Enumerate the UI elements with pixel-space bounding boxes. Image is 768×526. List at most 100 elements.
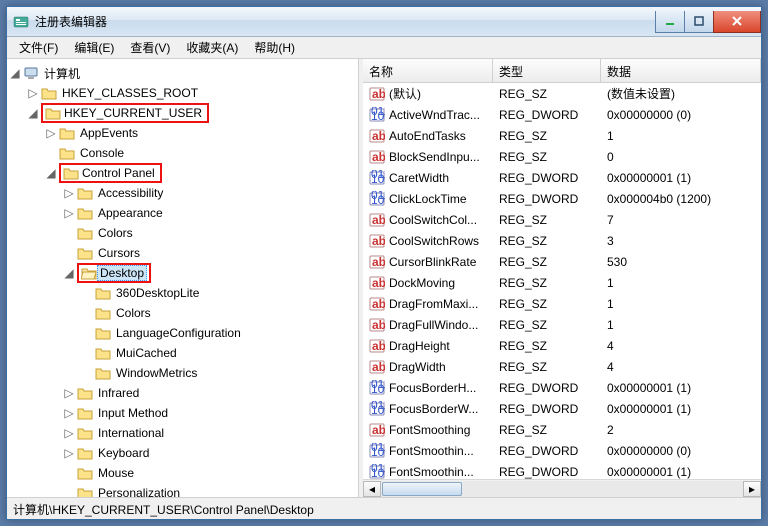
close-button[interactable] [713, 11, 761, 33]
expander-icon[interactable]: ▷ [63, 187, 75, 199]
string-value-icon: ab [369, 422, 385, 438]
titlebar[interactable]: 注册表编辑器 [7, 7, 761, 37]
body-area: ◢ 计算机 ▷HKEY_CLASSES_ROOT ◢HKEY_CURRENT_U… [7, 59, 761, 497]
tree-360desktoplite[interactable]: ▷360DesktopLite [81, 283, 356, 303]
folder-icon [77, 405, 93, 421]
list-row[interactable]: ab(默认)REG_SZ(数值未设置) [363, 83, 761, 104]
list-row[interactable]: abDragHeightREG_SZ4 [363, 335, 761, 356]
value-type-cell: REG_DWORD [493, 192, 601, 206]
list-row[interactable]: abDragFromMaxi...REG_SZ1 [363, 293, 761, 314]
tree-pane[interactable]: ◢ 计算机 ▷HKEY_CLASSES_ROOT ◢HKEY_CURRENT_U… [7, 59, 359, 497]
tree-appearance[interactable]: ▷Appearance [63, 203, 356, 223]
tree-label: Mouse [95, 465, 137, 481]
scroll-track[interactable] [381, 481, 743, 497]
menu-file[interactable]: 文件(F) [11, 37, 66, 58]
tree-langconfig[interactable]: ▷LanguageConfiguration [81, 323, 356, 343]
list-row[interactable]: abDragWidthREG_SZ4 [363, 356, 761, 377]
value-type-cell: REG_DWORD [493, 171, 601, 185]
string-value-icon: ab [369, 128, 385, 144]
list-row[interactable]: 01101001FontSmoothin...REG_DWORD0x000000… [363, 440, 761, 461]
tree-label: Desktop [97, 265, 147, 281]
expander-icon[interactable]: ▷ [63, 427, 75, 439]
list-body[interactable]: ab(默认)REG_SZ(数值未设置)01101001ActiveWndTrac… [363, 83, 761, 479]
scroll-left-icon[interactable]: ◂ [363, 481, 381, 497]
window-controls [656, 11, 761, 33]
svg-text:1001: 1001 [371, 403, 385, 417]
menu-view[interactable]: 查看(V) [122, 37, 178, 58]
menu-edit[interactable]: 编辑(E) [66, 37, 122, 58]
tree-personalization[interactable]: ▷Personalization [63, 483, 356, 497]
expander-icon[interactable]: ◢ [63, 267, 75, 279]
tree-appevents[interactable]: ▷AppEvents [45, 123, 356, 143]
minimize-button[interactable] [655, 11, 685, 33]
scroll-thumb[interactable] [382, 482, 462, 496]
list-row[interactable]: abCursorBlinkRateREG_SZ530 [363, 251, 761, 272]
tree-international[interactable]: ▷International [63, 423, 356, 443]
tree-mouse[interactable]: ▷Mouse [63, 463, 356, 483]
tree-accessibility[interactable]: ▷Accessibility [63, 183, 356, 203]
tree-hkcu[interactable]: ◢HKEY_CURRENT_USER [27, 103, 356, 123]
svg-text:ab: ab [372, 318, 385, 332]
expander-icon[interactable]: ▷ [63, 207, 75, 219]
tree-hkcr[interactable]: ▷HKEY_CLASSES_ROOT [27, 83, 356, 103]
expander-icon[interactable]: ▷ [45, 127, 57, 139]
scroll-right-icon[interactable]: ▸ [743, 481, 761, 497]
tree-colors2[interactable]: ▷Colors [81, 303, 356, 323]
expander-icon[interactable]: ▷ [63, 447, 75, 459]
list-row[interactable]: 01101001FontSmoothin...REG_DWORD0x000000… [363, 461, 761, 479]
tree-windowmetrics[interactable]: ▷WindowMetrics [81, 363, 356, 383]
expander-icon[interactable]: ▷ [63, 387, 75, 399]
value-data-cell: 0x000004b0 (1200) [601, 192, 761, 206]
expander-icon[interactable]: ◢ [9, 67, 21, 79]
list-row[interactable]: abBlockSendInpu...REG_SZ0 [363, 146, 761, 167]
value-name: ClickLockTime [389, 192, 467, 206]
expander-icon[interactable]: ▷ [63, 407, 75, 419]
list-row[interactable]: 01101001ClickLockTimeREG_DWORD0x000004b0… [363, 188, 761, 209]
list-row[interactable]: 01101001CaretWidthREG_DWORD0x00000001 (1… [363, 167, 761, 188]
list-row[interactable]: abDockMovingREG_SZ1 [363, 272, 761, 293]
folder-icon [77, 225, 93, 241]
list-row[interactable]: 01101001FocusBorderW...REG_DWORD0x000000… [363, 398, 761, 419]
maximize-button[interactable] [684, 11, 714, 33]
folder-icon [77, 425, 93, 441]
menu-favorites[interactable]: 收藏夹(A) [178, 37, 246, 58]
horizontal-scrollbar[interactable]: ◂ ▸ [363, 479, 761, 497]
menu-help[interactable]: 帮助(H) [246, 37, 303, 58]
value-type-cell: REG_SZ [493, 297, 601, 311]
list-row[interactable]: abCoolSwitchRowsREG_SZ3 [363, 230, 761, 251]
column-type[interactable]: 类型 [493, 59, 601, 82]
list-row[interactable]: 01101001ActiveWndTrac...REG_DWORD0x00000… [363, 104, 761, 125]
expander-icon[interactable]: ◢ [27, 107, 39, 119]
tree-label: 360DesktopLite [113, 285, 202, 301]
svg-text:ab: ab [372, 87, 385, 101]
tree-keyboard[interactable]: ▷Keyboard [63, 443, 356, 463]
folder-icon [77, 205, 93, 221]
tree-infrared[interactable]: ▷Infrared [63, 383, 356, 403]
list-row[interactable]: abDragFullWindo...REG_SZ1 [363, 314, 761, 335]
binary-value-icon: 01101001 [369, 443, 385, 459]
tree-muicached[interactable]: ▷MuiCached [81, 343, 356, 363]
tree-desktop[interactable]: ◢ Desktop [63, 263, 356, 283]
tree-console[interactable]: ▷Console [45, 143, 356, 163]
list-row[interactable]: abFontSmoothingREG_SZ2 [363, 419, 761, 440]
value-type-cell: REG_DWORD [493, 444, 601, 458]
column-name[interactable]: 名称 [363, 59, 493, 82]
column-data[interactable]: 数据 [601, 59, 761, 82]
list-row[interactable]: abCoolSwitchCol...REG_SZ7 [363, 209, 761, 230]
expander-icon[interactable]: ◢ [45, 167, 57, 179]
expander-icon[interactable]: ▷ [27, 87, 39, 99]
tree-controlpanel[interactable]: ◢Control Panel [45, 163, 356, 183]
list-row[interactable]: 01101001FocusBorderH...REG_DWORD0x000000… [363, 377, 761, 398]
binary-value-icon: 01101001 [369, 170, 385, 186]
tree-label: Personalization [95, 485, 183, 497]
tree-inputmethod[interactable]: ▷Input Method [63, 403, 356, 423]
tree-colors[interactable]: ▷Colors [63, 223, 356, 243]
value-name-cell: 01101001FontSmoothin... [363, 464, 493, 480]
value-name-cell: abDragFullWindo... [363, 317, 493, 333]
list-row[interactable]: abAutoEndTasksREG_SZ1 [363, 125, 761, 146]
tree-cursors[interactable]: ▷Cursors [63, 243, 356, 263]
value-name-cell: abDragWidth [363, 359, 493, 375]
value-type-cell: REG_SZ [493, 213, 601, 227]
tree-root[interactable]: ◢ 计算机 [9, 63, 356, 83]
value-name: (默认) [389, 85, 421, 102]
